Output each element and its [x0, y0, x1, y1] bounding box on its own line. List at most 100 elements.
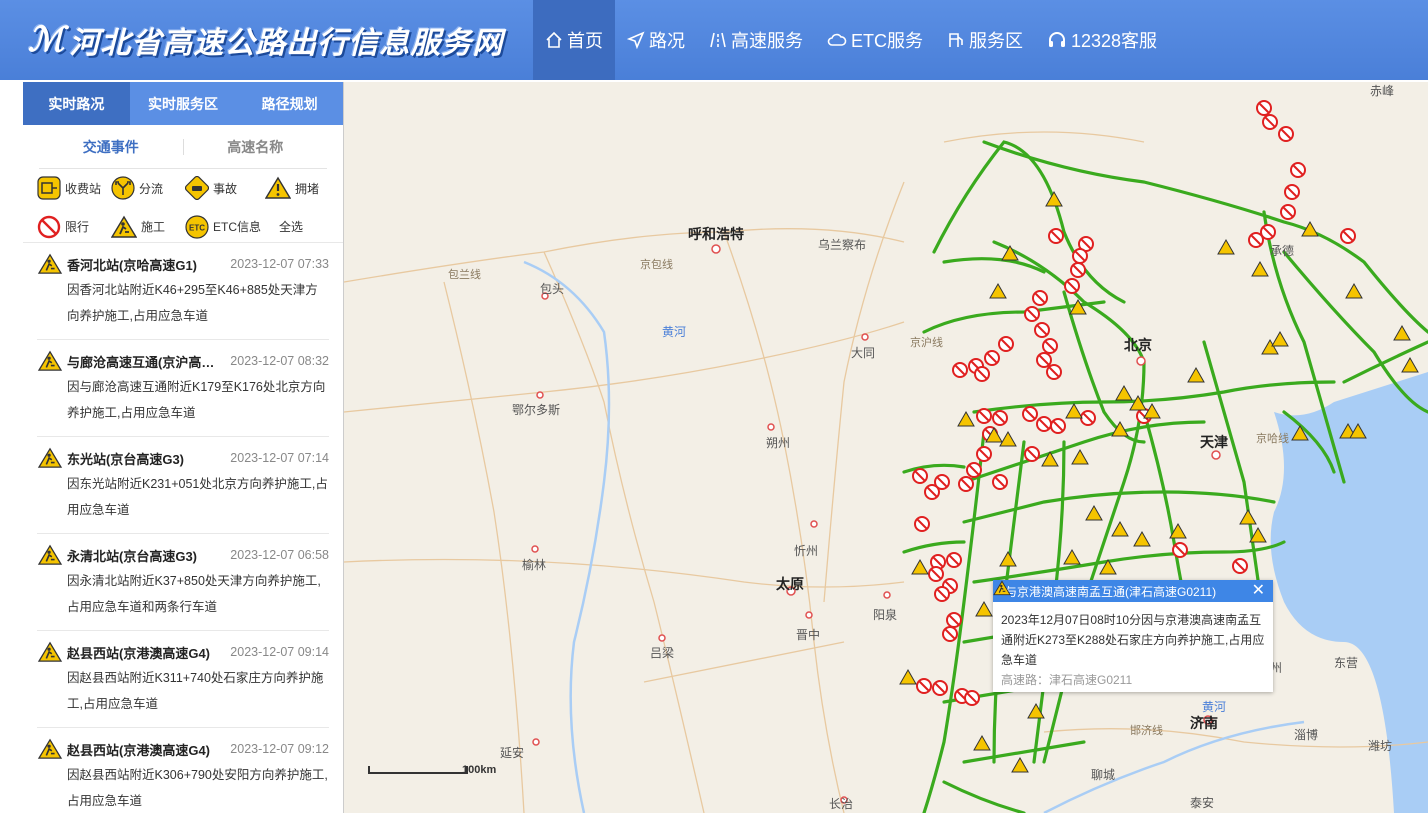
restriction-marker: [928, 566, 944, 582]
subtab-highway-name[interactable]: 高速名称: [184, 137, 328, 157]
filter-restriction[interactable]: 限行: [37, 214, 111, 240]
restriction-marker: [1034, 322, 1050, 338]
main-nav: 首页 路况 高速服务 ETC服务 服务区 12328客服: [533, 0, 1169, 80]
city-label: 天津: [1200, 434, 1228, 450]
event-time: 2023-12-07 07:14: [230, 451, 329, 465]
tab-route-planning[interactable]: 路径规划: [236, 82, 343, 125]
construction-marker: [1065, 402, 1083, 419]
construction-marker: [1111, 520, 1129, 537]
nav-highway-service[interactable]: 高速服务: [697, 0, 815, 80]
list-item[interactable]: 赵县西站(京港澳高速G4) 2023-12-07 09:14 因赵县西站附近K3…: [37, 631, 329, 728]
restriction-marker: [1024, 306, 1040, 322]
event-title: 与廊沧高速互通(京沪高速G2): [67, 354, 217, 370]
construction-marker: [1045, 190, 1063, 207]
construction-marker: [999, 430, 1017, 447]
close-icon[interactable]: ✕: [1252, 583, 1265, 599]
restriction-marker: [976, 408, 992, 424]
filter-accident[interactable]: 事故: [185, 175, 265, 201]
restriction-marker: [1046, 364, 1062, 380]
restriction-marker: [1072, 248, 1088, 264]
city-label: 长治: [829, 797, 854, 811]
restriction-marker: [976, 446, 992, 462]
filter-etc-info-label: ETC信息: [213, 220, 262, 234]
nav-etc-service[interactable]: ETC服务: [815, 0, 935, 80]
nav-etc-service-label: ETC服务: [851, 31, 923, 51]
restriction-marker: [1022, 406, 1038, 422]
restriction-marker: [1080, 410, 1096, 426]
home-icon: [546, 31, 562, 48]
list-item[interactable]: 与廊沧高速互通(京沪高速G2) 2023-12-07 08:32 因与廊沧高速互…: [37, 340, 329, 437]
city-label: 淄博: [1294, 728, 1319, 742]
filter-congestion-label: 拥堵: [295, 181, 320, 196]
construction-marker: [1011, 756, 1029, 773]
list-item[interactable]: 永清北站(京台高速G3) 2023-12-07 06:58 因永清北站附近K37…: [37, 534, 329, 631]
restriction-marker: [932, 680, 948, 696]
list-item[interactable]: 东光站(京台高速G3) 2023-12-07 07:14 因东光站附近K231+…: [37, 437, 329, 534]
construction-marker: [1401, 356, 1419, 373]
tab-realtime-traffic[interactable]: 实时路况: [23, 82, 130, 125]
headset-icon: [1049, 32, 1065, 47]
city-dots: [531, 244, 1221, 804]
construction-marker: [999, 550, 1017, 567]
subtab-traffic-events[interactable]: 交通事件: [39, 137, 183, 157]
restriction-marker: [1048, 228, 1064, 244]
construction-marker: [989, 282, 1007, 299]
event-filters: 收费站 分流 事故 拥堵 限行 施工 ETC ETC信息 全选: [23, 169, 343, 243]
event-description: 因赵县西站附近K306+790处安阳方向养护施工,占用应急车道: [67, 768, 328, 808]
tab-realtime-service-area[interactable]: 实时服务区: [129, 82, 237, 125]
construction-icon: [993, 580, 1011, 596]
filter-construction[interactable]: 施工: [111, 214, 185, 240]
restriction-marker: [964, 690, 980, 706]
nav-service-area[interactable]: 服务区: [935, 0, 1035, 80]
construction-marker: [973, 734, 991, 751]
city-label: 太原: [776, 576, 804, 592]
restriction-marker: [946, 552, 962, 568]
accident-icon: [185, 176, 209, 200]
nav-home[interactable]: 首页: [533, 0, 615, 80]
etc-icon: ETC: [185, 214, 209, 239]
yellow-river-east: [1043, 720, 1305, 813]
popup-road: 高速路：津石高速G0211: [1001, 673, 1133, 687]
site-logo[interactable]: ℳ 河北省高速公路出行信息服务网: [28, 16, 503, 64]
construction-marker: [1217, 238, 1235, 255]
construction-icon: [37, 738, 63, 759]
nav-customer-service[interactable]: 12328客服: [1035, 0, 1169, 80]
event-list: 香河北站(京哈高速G1) 2023-12-07 07:33 因香河北站附近K46…: [23, 243, 343, 813]
restriction-marker: [958, 476, 974, 492]
construction-marker: [1063, 548, 1081, 565]
city-label: 聊城: [1091, 768, 1116, 782]
event-description: 因赵县西站附近K311+740处石家庄方向养护施工,占用应急车道: [67, 671, 324, 711]
road-label: 京沪线: [910, 337, 943, 349]
nav-traffic[interactable]: 路况: [615, 0, 697, 80]
restriction-marker: [1024, 446, 1040, 462]
event-time: 2023-12-07 07:33: [230, 257, 329, 271]
header-bar: ℳ 河北省高速公路出行信息服务网 首页 路况 高速服务 ETC服务 服务区 123…: [0, 0, 1428, 80]
restriction-marker: [1232, 558, 1248, 574]
map-canvas[interactable]: 呼和浩特 乌兰察布 包头 鄂尔多斯 大同 朔州 忻州 太原 晋中 吕梁 榆林 阳…: [344, 82, 1428, 813]
restriction-marker: [992, 474, 1008, 490]
list-item[interactable]: 香河北站(京哈高速G1) 2023-12-07 07:33 因香河北站附近K46…: [37, 243, 329, 340]
popup-header: 与京港澳高速南孟互通(津石高速G0211) ✕: [993, 580, 1273, 602]
event-time: 2023-12-07 08:32: [230, 354, 329, 368]
restriction-marker: [984, 350, 1000, 366]
restriction-marker: [924, 484, 940, 500]
filter-select-all[interactable]: 全选: [265, 214, 343, 240]
list-item[interactable]: 赵县西站(京港澳高速G4) 2023-12-07 09:12 因赵县西站附近K3…: [37, 728, 329, 813]
filter-toll-station[interactable]: 收费站: [37, 175, 111, 201]
scale-label: 100km: [462, 764, 497, 776]
city-label: 北京: [1124, 337, 1152, 353]
restriction-marker: [952, 362, 968, 378]
restriction-marker: [1256, 100, 1272, 116]
nav-traffic-label: 路况: [649, 31, 685, 51]
filter-diversion[interactable]: 分流: [111, 175, 185, 201]
construction-marker: [1251, 260, 1269, 277]
event-title: 赵县西站(京港澳高速G4): [67, 645, 211, 661]
city-label: 忻州: [794, 544, 819, 558]
city-label: 呼和浩特: [688, 226, 744, 242]
filter-congestion[interactable]: 拥堵: [265, 175, 343, 201]
restriction-marker: [1036, 416, 1052, 432]
scale-bar: [368, 766, 468, 774]
highway-icon: [710, 32, 726, 48]
city-label: 乌兰察布: [818, 238, 867, 252]
filter-etc-info[interactable]: ETC ETC信息: [185, 214, 265, 240]
